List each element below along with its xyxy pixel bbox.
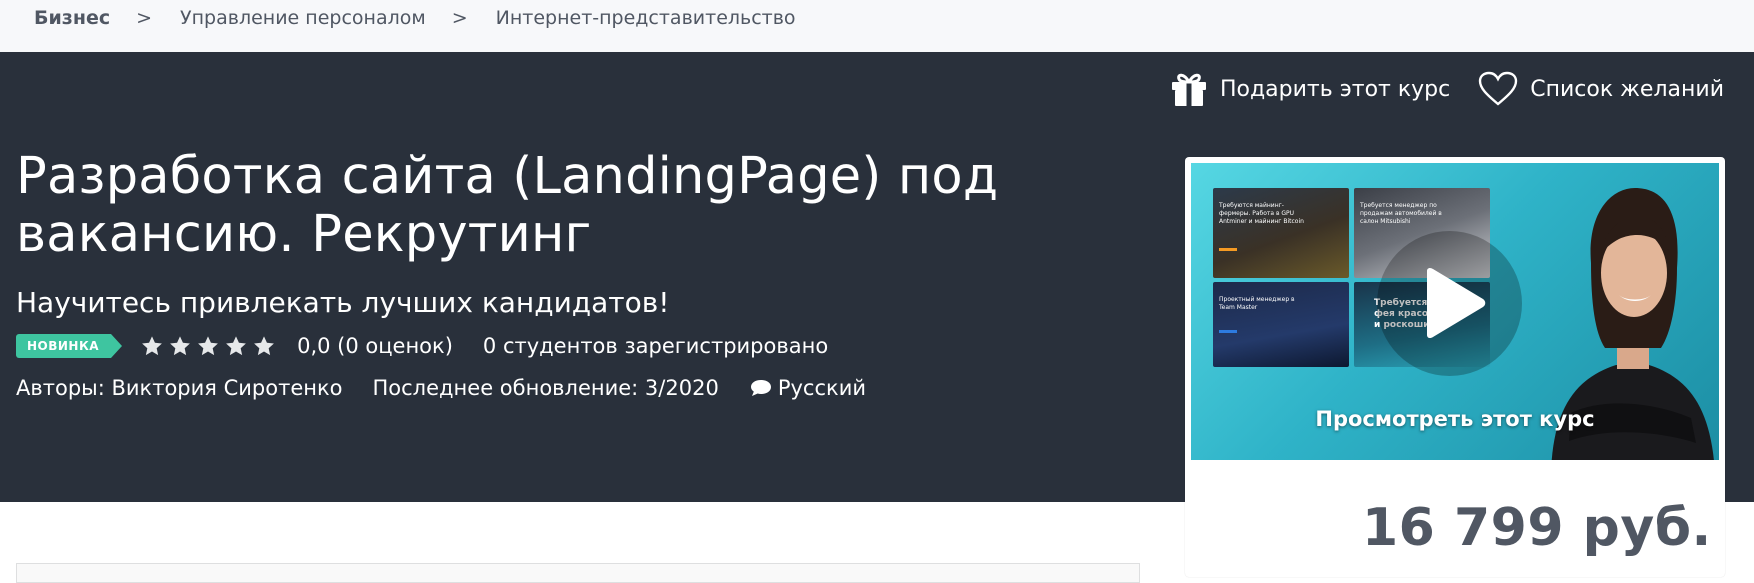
students-count: 0 студентов зарегистрировано bbox=[482, 334, 829, 358]
new-badge: НОВИНКА bbox=[16, 334, 123, 358]
wishlist-label: Список желаний bbox=[1530, 76, 1724, 102]
gift-course-label: Подарить этот курс bbox=[1219, 76, 1451, 102]
course-content-panel bbox=[16, 563, 1140, 583]
course-title: Разработка сайта (LandingPage) под вакан… bbox=[16, 147, 999, 264]
preview-course-label: Просмотреть этот курс bbox=[1315, 407, 1595, 431]
star-icon bbox=[198, 336, 218, 356]
course-language: Русский bbox=[749, 376, 866, 400]
preview-thumbnail-button bbox=[1219, 248, 1237, 251]
play-button[interactable] bbox=[1377, 231, 1522, 376]
course-preview-video[interactable]: Требуются майнинг-фермеры. Работа в GPU … bbox=[1191, 163, 1719, 460]
star-icon bbox=[254, 336, 274, 356]
preview-thumbnail-text: Требуются майнинг-фермеры. Работа в GPU … bbox=[1219, 202, 1304, 225]
course-subtitle: Научитесь привлекать лучших кандидатов! bbox=[16, 286, 670, 319]
course-info-row: Авторы: Виктория Сиротенко Последнее обн… bbox=[16, 376, 866, 400]
play-icon bbox=[1427, 267, 1486, 339]
star-icon bbox=[142, 336, 162, 356]
preview-thumbnail: Проектный менеджер в Team Master bbox=[1213, 282, 1349, 367]
course-authors[interactable]: Авторы: Виктория Сиротенко bbox=[16, 376, 343, 400]
breadcrumb-separator: > bbox=[136, 7, 153, 29]
breadcrumb-item-business[interactable]: Бизнес bbox=[34, 7, 110, 29]
course-actions: Подарить этот курс Список желаний bbox=[1170, 71, 1724, 107]
gift-icon bbox=[1171, 73, 1206, 106]
star-icon bbox=[170, 336, 190, 356]
course-price: 16 799 руб. bbox=[1362, 498, 1712, 558]
rating-stars bbox=[141, 335, 281, 357]
breadcrumb: Бизнес > Управление персоналом > Интерне… bbox=[34, 7, 796, 29]
last-updated: Последнее обновление: 3/2020 bbox=[372, 376, 719, 400]
breadcrumb-separator: > bbox=[451, 7, 468, 29]
preview-thumbnail-text: Проектный менеджер в Team Master bbox=[1219, 296, 1295, 311]
breadcrumb-bar: Бизнес > Управление персоналом > Интерне… bbox=[0, 0, 1754, 52]
speech-bubble-icon bbox=[750, 380, 771, 396]
preview-thumbnail: Требуются майнинг-фермеры. Работа в GPU … bbox=[1213, 188, 1349, 278]
preview-thumbnail-text: Требуется менеджер по продажам автомобил… bbox=[1360, 202, 1442, 225]
star-icon bbox=[226, 336, 246, 356]
course-language-label: Русский bbox=[777, 376, 866, 400]
breadcrumb-item-web-presence[interactable]: Интернет-представительство bbox=[496, 7, 796, 29]
gift-course-button[interactable]: Подарить этот курс bbox=[1170, 71, 1450, 107]
rating-text[interactable]: 0,0 (0 оценок) bbox=[297, 334, 453, 358]
wishlist-button[interactable]: Список желаний bbox=[1478, 71, 1724, 107]
preview-thumbnail-button bbox=[1219, 330, 1237, 333]
heart-icon bbox=[1479, 71, 1518, 106]
breadcrumb-item-hr[interactable]: Управление персоналом bbox=[180, 7, 426, 29]
course-meta-row: НОВИНКА 0,0 (0 оценок) 0 студентов зарег… bbox=[16, 334, 828, 358]
